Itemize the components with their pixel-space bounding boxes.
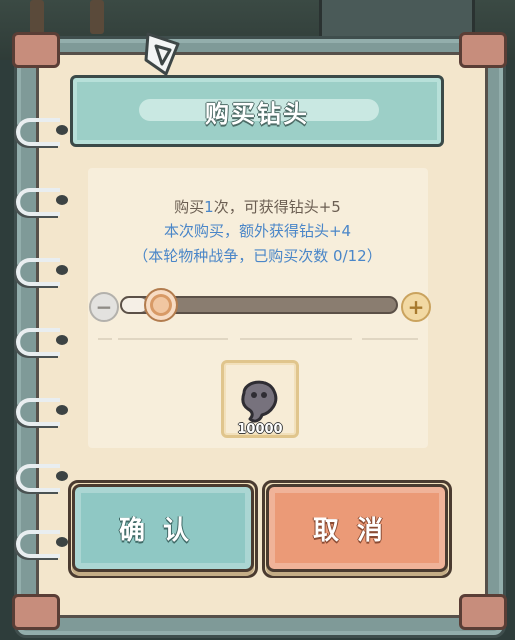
divider bbox=[362, 338, 418, 340]
dialog-title: 购买钻头 bbox=[205, 99, 309, 128]
background-pipe bbox=[90, 0, 104, 34]
corner-bracket bbox=[459, 594, 507, 630]
background-frame bbox=[319, 0, 475, 39]
purchase-count: 1 bbox=[204, 198, 214, 216]
binder-ring bbox=[16, 530, 68, 558]
divider bbox=[98, 338, 112, 340]
confirm-button[interactable]: 确认 bbox=[72, 484, 254, 572]
divider bbox=[240, 338, 352, 340]
purchase-prefix: 购买 bbox=[174, 198, 205, 216]
corner-bracket bbox=[12, 32, 60, 68]
binder-ring bbox=[16, 118, 68, 146]
increase-button[interactable]: + bbox=[401, 292, 431, 322]
slider-handle[interactable] bbox=[144, 288, 178, 322]
cancel-button[interactable]: 取消 bbox=[266, 484, 448, 572]
decrease-button[interactable]: − bbox=[89, 292, 119, 322]
divider bbox=[118, 338, 228, 340]
item-quantity: 10000 bbox=[237, 422, 283, 437]
binder-ring bbox=[16, 398, 68, 426]
bonus-info-text: 本次购买，额外获得钻头+4 bbox=[163, 222, 352, 240]
binder-ring bbox=[16, 328, 68, 356]
corner-bracket bbox=[459, 32, 507, 68]
corner-bracket bbox=[12, 594, 60, 630]
purchase-limit-text: （本轮物种战争，已购买次数 0/12） bbox=[133, 247, 382, 265]
binder-ring bbox=[16, 464, 68, 492]
background-pipe bbox=[30, 0, 44, 34]
title-banner: 购买钻头 bbox=[70, 75, 444, 147]
purchase-info-text: 购买1次，可获得钻头+5 bbox=[0, 196, 515, 217]
bookmark-tag-icon bbox=[144, 32, 180, 76]
purchase-suffix: 次，可获得钻头+5 bbox=[213, 198, 341, 216]
